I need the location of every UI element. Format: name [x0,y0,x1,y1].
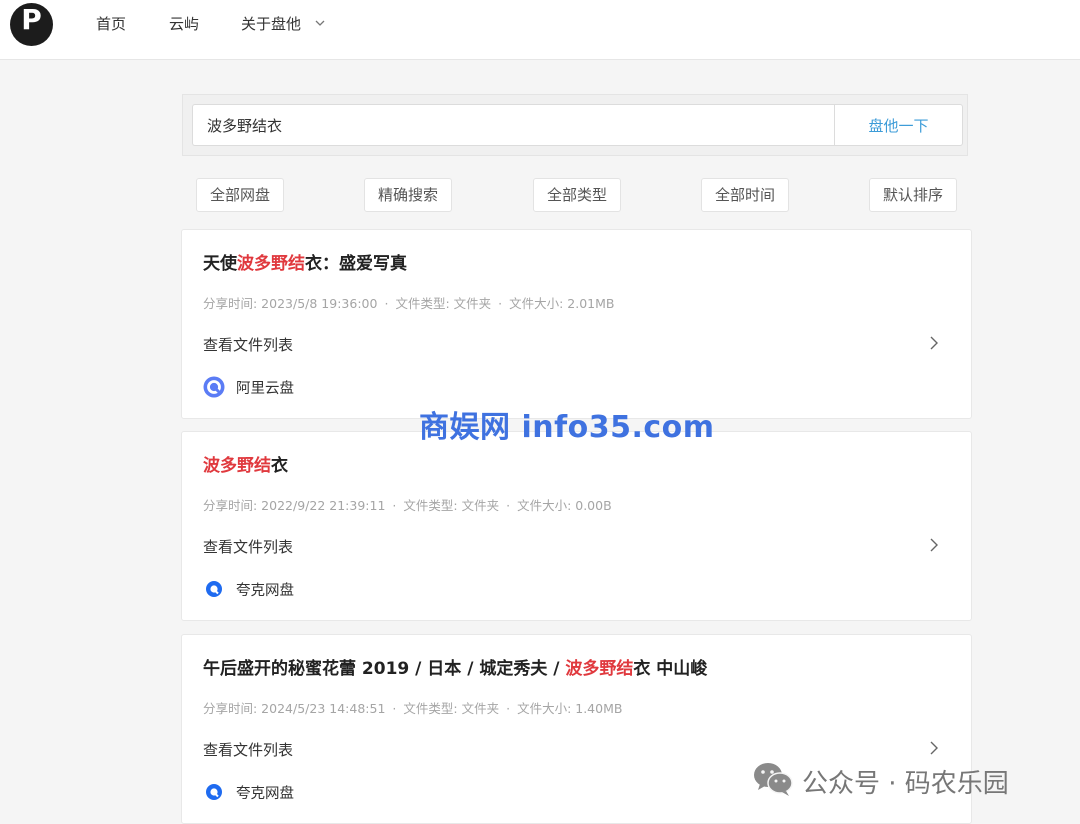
file-type: 文件类型: 文件夹 [403,701,500,716]
title-text: 衣 中山峻 [633,659,708,679]
view-file-list-link[interactable]: 查看文件列表 [203,334,293,355]
title-highlight: 波多野结 [565,659,634,679]
title-text: 衣：盛爱写真 [305,254,407,274]
chevron-down-icon[interactable] [314,17,326,29]
chevron-right-icon[interactable] [927,335,941,351]
result-title[interactable]: 天使波多野结衣：盛爱写真 [203,252,407,276]
result-meta: 分享时间: 2024/5/23 14:48:51 · 文件类型: 文件夹 · 文件大小:… [203,698,622,717]
filter-time[interactable]: 全部时间 [701,178,790,212]
quark-drive-icon [206,784,222,800]
wechat-watermark-text: 公众号 · 码农乐园 [802,769,1009,799]
meta-separator: · [498,296,503,311]
site-watermark: 商娱网 info35.com [419,410,715,445]
result-meta: 分享时间: 2022/9/22 21:39:11 · 文件类型: 文件夹 · 文件大小:… [203,495,612,514]
file-size: 文件大小: 0.00B [517,498,612,513]
search-button[interactable]: 盘他一下 [834,104,963,146]
result-title[interactable]: 午后盛开的秘蜜花蕾 2019 / 日本 / 城定秀夫 / 波多野结衣 中山峻 [203,657,707,681]
nav-item-home[interactable]: 首页 [96,14,126,34]
view-file-list-link[interactable]: 查看文件列表 [203,536,293,557]
result-title[interactable]: 波多野结衣 [203,454,288,478]
top-navigation-bar: P 首页 云屿 关于盘他 [0,0,1080,60]
title-text: 午后盛开的秘蜜花蕾 2019 / 日本 / 城定秀夫 / [203,659,566,679]
title-text: 衣 [271,456,288,476]
result-card: 波多野结衣 分享时间: 2022/9/22 21:39:11 · 文件类型: 文件夹… [181,431,972,621]
chevron-right-icon[interactable] [927,537,941,553]
quark-drive-icon [206,581,222,597]
search-bar: 盘他一下 [182,94,968,156]
meta-separator: · [392,701,397,716]
file-type: 文件类型: 文件夹 [403,498,500,513]
file-type: 文件类型: 文件夹 [395,296,492,311]
source-label: 阿里云盘 [236,381,294,397]
meta-separator: · [506,701,511,716]
share-time: 分享时间: 2022/9/22 21:39:11 [203,498,386,513]
logo-letter: P [21,3,42,36]
title-text: 天使 [203,254,237,274]
source-label: 夸克网盘 [236,786,294,802]
chevron-right-icon[interactable] [927,740,941,756]
share-time: 分享时间: 2023/5/8 19:36:00 [203,296,378,311]
meta-separator: · [392,498,397,513]
filter-sort[interactable]: 默认排序 [869,178,958,212]
file-size: 文件大小: 2.01MB [509,296,615,311]
meta-separator: · [506,498,511,513]
source-label: 夸克网盘 [236,583,294,599]
site-logo[interactable]: P [10,3,53,46]
filter-exact-search[interactable]: 精确搜索 [364,178,453,212]
share-time: 分享时间: 2024/5/23 14:48:51 [203,701,386,716]
title-highlight: 波多野结 [237,254,305,274]
wechat-icon [754,763,793,796]
meta-separator: · [384,296,389,311]
search-input[interactable] [192,104,835,146]
aliyun-drive-icon [203,376,225,398]
result-meta: 分享时间: 2023/5/8 19:36:00 · 文件类型: 文件夹 · 文件大小: … [203,293,615,312]
filter-drive[interactable]: 全部网盘 [196,178,285,212]
title-highlight: 波多野结 [203,456,271,476]
nav-item-yunyu[interactable]: 云屿 [169,14,199,34]
file-size: 文件大小: 1.40MB [517,701,623,716]
filter-type[interactable]: 全部类型 [533,178,622,212]
nav-item-about[interactable]: 关于盘他 [241,14,301,34]
view-file-list-link[interactable]: 查看文件列表 [203,739,293,760]
result-card: 天使波多野结衣：盛爱写真 分享时间: 2023/5/8 19:36:00 · 文件类… [181,229,972,419]
